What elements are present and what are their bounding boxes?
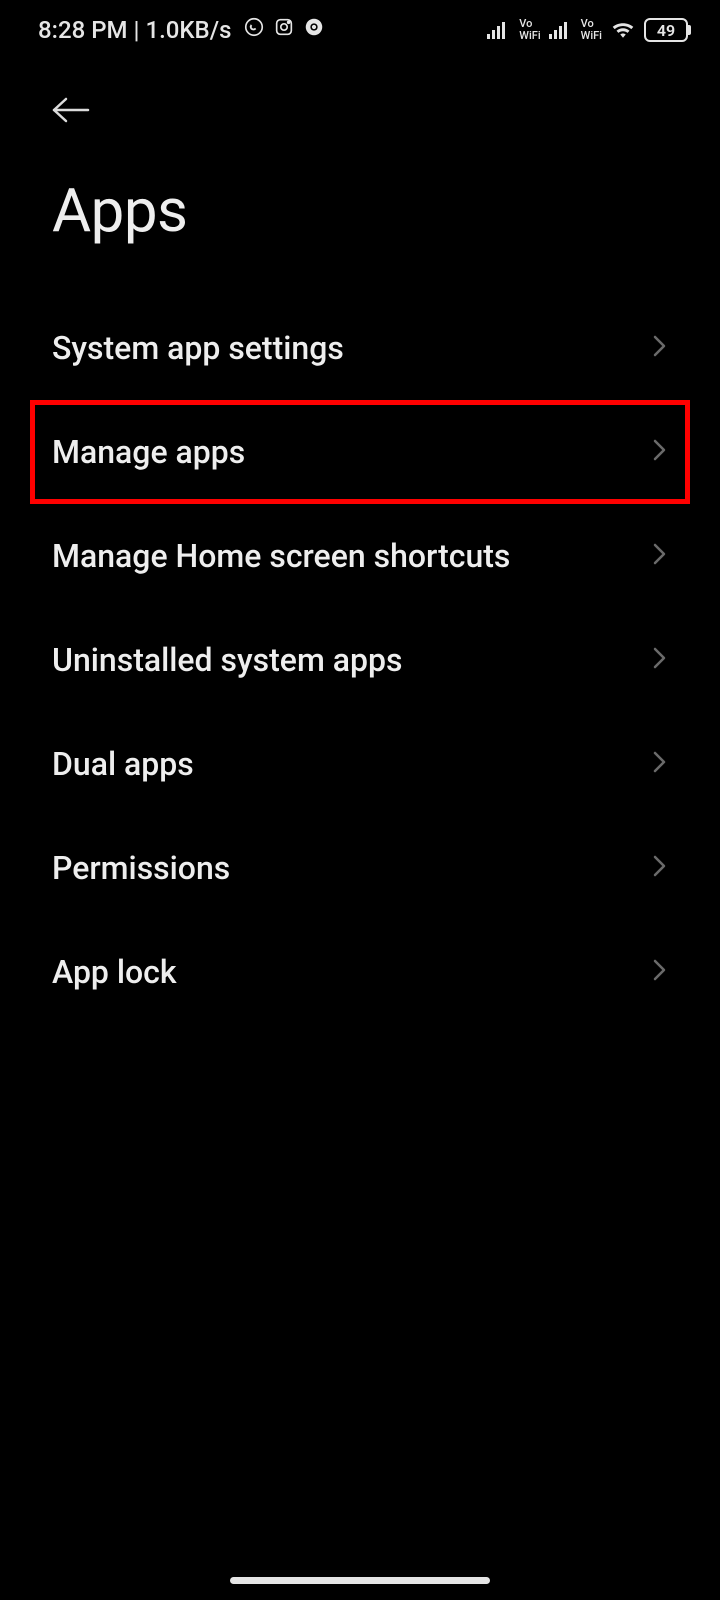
menu-label: Dual apps bbox=[52, 745, 194, 783]
status-right: Vo WiFi Vo WiFi 49 bbox=[487, 16, 688, 44]
back-button[interactable] bbox=[50, 95, 98, 125]
status-left: 8:28 PM | 1.0KB/s bbox=[38, 16, 325, 44]
battery-indicator: 49 bbox=[644, 18, 688, 42]
chevron-right-icon bbox=[652, 957, 668, 987]
menu-label: Manage apps bbox=[52, 433, 245, 471]
header-nav bbox=[0, 60, 720, 135]
menu-item-app-lock[interactable]: App lock bbox=[30, 920, 690, 1024]
signal-bars-2 bbox=[549, 21, 571, 39]
menu-item-manage-apps[interactable]: Manage apps bbox=[30, 400, 690, 504]
menu-item-uninstalled-system-apps[interactable]: Uninstalled system apps bbox=[30, 608, 690, 712]
menu-label: Permissions bbox=[52, 849, 230, 887]
status-time: 8:28 PM | 1.0KB/s bbox=[38, 16, 231, 44]
instagram-icon bbox=[273, 16, 295, 44]
chevron-right-icon bbox=[652, 645, 668, 675]
chrome-icon bbox=[303, 16, 325, 44]
whatsapp-icon bbox=[243, 16, 265, 44]
menu-item-permissions[interactable]: Permissions bbox=[30, 816, 690, 920]
chevron-right-icon bbox=[652, 437, 668, 467]
signal-bars-1 bbox=[487, 21, 509, 39]
vowifi-indicator-1: Vo WiFi bbox=[519, 18, 540, 41]
menu-label: Uninstalled system apps bbox=[52, 641, 402, 679]
status-notification-icons bbox=[243, 16, 325, 44]
menu-label: Manage Home screen shortcuts bbox=[52, 537, 510, 575]
menu-label: App lock bbox=[52, 953, 177, 991]
home-indicator[interactable] bbox=[230, 1577, 490, 1584]
menu-list: System app settings Manage apps Manage H… bbox=[0, 296, 720, 1024]
menu-item-dual-apps[interactable]: Dual apps bbox=[30, 712, 690, 816]
menu-item-manage-home-shortcuts[interactable]: Manage Home screen shortcuts bbox=[30, 504, 690, 608]
menu-item-system-app-settings[interactable]: System app settings bbox=[30, 296, 690, 400]
page-title: Apps bbox=[0, 135, 720, 296]
vowifi-indicator-2: Vo WiFi bbox=[581, 18, 602, 41]
chevron-right-icon bbox=[652, 333, 668, 363]
status-bar: 8:28 PM | 1.0KB/s bbox=[0, 0, 720, 60]
wifi-icon bbox=[610, 16, 636, 44]
chevron-right-icon bbox=[652, 749, 668, 779]
chevron-right-icon bbox=[652, 541, 668, 571]
chevron-right-icon bbox=[652, 853, 668, 883]
menu-label: System app settings bbox=[52, 329, 344, 367]
